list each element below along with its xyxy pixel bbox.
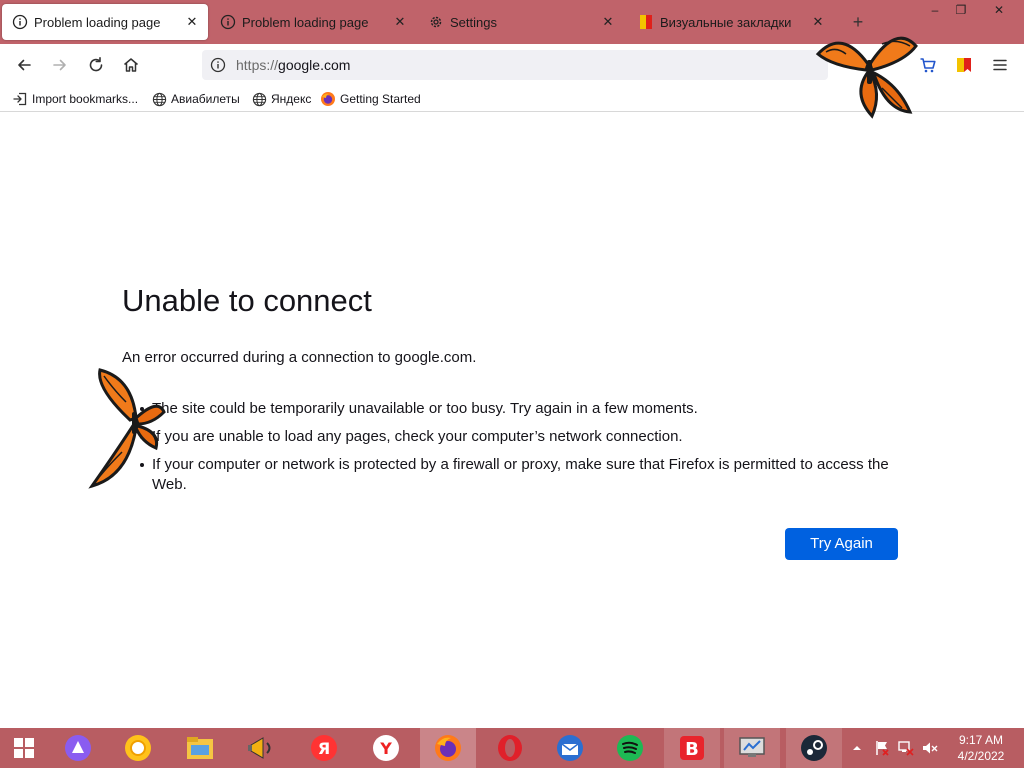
bookmark-import[interactable]: Import bookmarks... <box>12 91 138 107</box>
url-host: google.com <box>278 57 351 73</box>
error-title: Unable to connect <box>122 283 372 318</box>
site-info-icon[interactable] <box>210 57 226 73</box>
show-hidden-icons-button[interactable] <box>848 728 866 768</box>
tab-problem-loading-1[interactable]: Problem loading page ✕ <box>2 4 208 40</box>
try-again-button[interactable]: Try Again <box>785 528 898 560</box>
gear-icon <box>428 14 444 30</box>
spotify-icon <box>617 735 643 761</box>
list-item: The site could be temporarily unavailabl… <box>140 399 912 419</box>
error-description: An error occurred during a connection to… <box>122 349 477 366</box>
taskbar-steam[interactable] <box>786 728 842 768</box>
tab-label: Settings <box>450 14 497 30</box>
svg-text:Я: Я <box>318 739 330 758</box>
reload-button[interactable] <box>82 52 110 78</box>
back-button[interactable] <box>10 52 38 78</box>
bookmark-label: Getting Started <box>340 92 421 106</box>
butterfly-icon <box>88 368 166 489</box>
taskbar-yandex-y[interactable]: Y <box>358 728 414 768</box>
clock-date: 4/2/2022 <box>957 749 1005 763</box>
tray-flag[interactable] <box>872 728 892 768</box>
tray-network[interactable] <box>896 728 916 768</box>
url-bar[interactable]: https://google.com <box>202 50 828 80</box>
close-icon[interactable]: ✕ <box>184 14 200 30</box>
alice-icon <box>65 735 91 761</box>
vivaldi-b-icon: B <box>680 736 704 760</box>
butterfly-icon <box>815 36 918 119</box>
bookmark-aviabilety[interactable]: Авиабилеты <box>151 91 240 107</box>
svg-text:B: B <box>685 739 699 760</box>
taskbar-yandex-browser[interactable] <box>110 728 166 768</box>
taskbar-spotify[interactable] <box>602 728 658 768</box>
list-item: If your computer or network is protected… <box>140 455 912 495</box>
taskbar-file-explorer[interactable] <box>172 728 228 768</box>
taskbar-clock[interactable]: 9:17 AM 4/2/2022 <box>950 732 1012 764</box>
forward-button[interactable] <box>46 52 74 78</box>
file-explorer-icon <box>187 737 213 759</box>
taskbar: Я Y B 9:17 AM 4/2/2022 <box>0 728 1024 768</box>
arrow-left-icon <box>18 59 31 71</box>
hamburger-menu-icon <box>993 59 1007 71</box>
taskbar-opera[interactable] <box>482 728 538 768</box>
tab-problem-loading-2[interactable]: Problem loading page ✕ <box>210 4 416 40</box>
windows-start-icon <box>14 738 34 758</box>
url-text[interactable]: https://google.com <box>236 57 350 73</box>
action-center-flag-icon <box>876 741 889 756</box>
svg-text:Y: Y <box>379 739 392 758</box>
close-icon[interactable]: ✕ <box>600 14 616 30</box>
tab-visual-bookmarks[interactable]: Визуальные закладки ✕ <box>628 4 834 40</box>
taskbar-alice[interactable] <box>50 728 106 768</box>
url-scheme: https:// <box>236 57 279 73</box>
yandex-y-icon: Y <box>373 735 399 761</box>
bookmark-label: Авиабилеты <box>171 92 240 106</box>
tab-label: Problem loading page <box>34 14 161 30</box>
remote-desktop-icon <box>739 737 765 757</box>
tab-label: Problem loading page <box>242 14 369 30</box>
info-icon <box>220 14 236 30</box>
start-button[interactable] <box>0 728 48 768</box>
import-icon <box>12 91 28 107</box>
close-window-button[interactable]: ✕ <box>984 0 1014 20</box>
taskbar-yandex[interactable]: Я <box>296 728 352 768</box>
home-icon <box>124 58 138 72</box>
visual-bookmarks-icon <box>957 58 971 72</box>
clock-time: 9:17 AM <box>958 733 1004 747</box>
visual-bookmarks-icon <box>638 14 654 30</box>
taskbar-vivaldi[interactable]: B <box>664 728 720 768</box>
chevron-up-icon <box>853 746 861 750</box>
bookmark-getting-started[interactable]: Getting Started <box>320 91 421 107</box>
restore-button[interactable]: ❐ <box>946 0 976 20</box>
list-item: If you are unable to load any pages, che… <box>140 427 912 447</box>
yandex-browser-icon <box>125 735 151 761</box>
opera-icon <box>498 735 522 761</box>
arrow-right-icon <box>53 59 66 71</box>
megaphone-icon <box>248 737 271 759</box>
reload-icon <box>89 57 103 72</box>
yandex-icon: Я <box>311 735 337 761</box>
tab-label: Визуальные закладки <box>660 14 792 30</box>
app-menu-button[interactable] <box>986 52 1014 78</box>
firefox-icon <box>435 735 461 761</box>
info-icon <box>12 14 28 30</box>
home-button[interactable] <box>117 52 145 78</box>
firefox-icon <box>320 91 336 107</box>
visual-bookmarks-button[interactable] <box>950 52 978 78</box>
taskbar-firefox[interactable] <box>420 728 476 768</box>
globe-icon <box>251 91 267 107</box>
tray-volume[interactable] <box>920 728 940 768</box>
globe-icon <box>151 91 167 107</box>
taskbar-thunderbird[interactable] <box>542 728 598 768</box>
taskbar-remote-desktop[interactable] <box>724 728 780 768</box>
bookmark-yandex[interactable]: Яндекс <box>251 91 311 107</box>
bookmark-label: Яндекс <box>271 92 312 106</box>
steam-icon <box>801 735 827 761</box>
tab-settings[interactable]: Settings ✕ <box>418 4 624 40</box>
volume-muted-icon <box>923 742 938 754</box>
taskbar-megaphone[interactable] <box>234 728 290 768</box>
network-icon <box>898 741 914 756</box>
error-suggestions: The site could be temporarily unavailabl… <box>140 399 912 503</box>
close-icon[interactable]: ✕ <box>392 14 408 30</box>
bookmark-label: Import bookmarks... <box>32 92 139 106</box>
thunderbird-icon <box>557 735 583 761</box>
